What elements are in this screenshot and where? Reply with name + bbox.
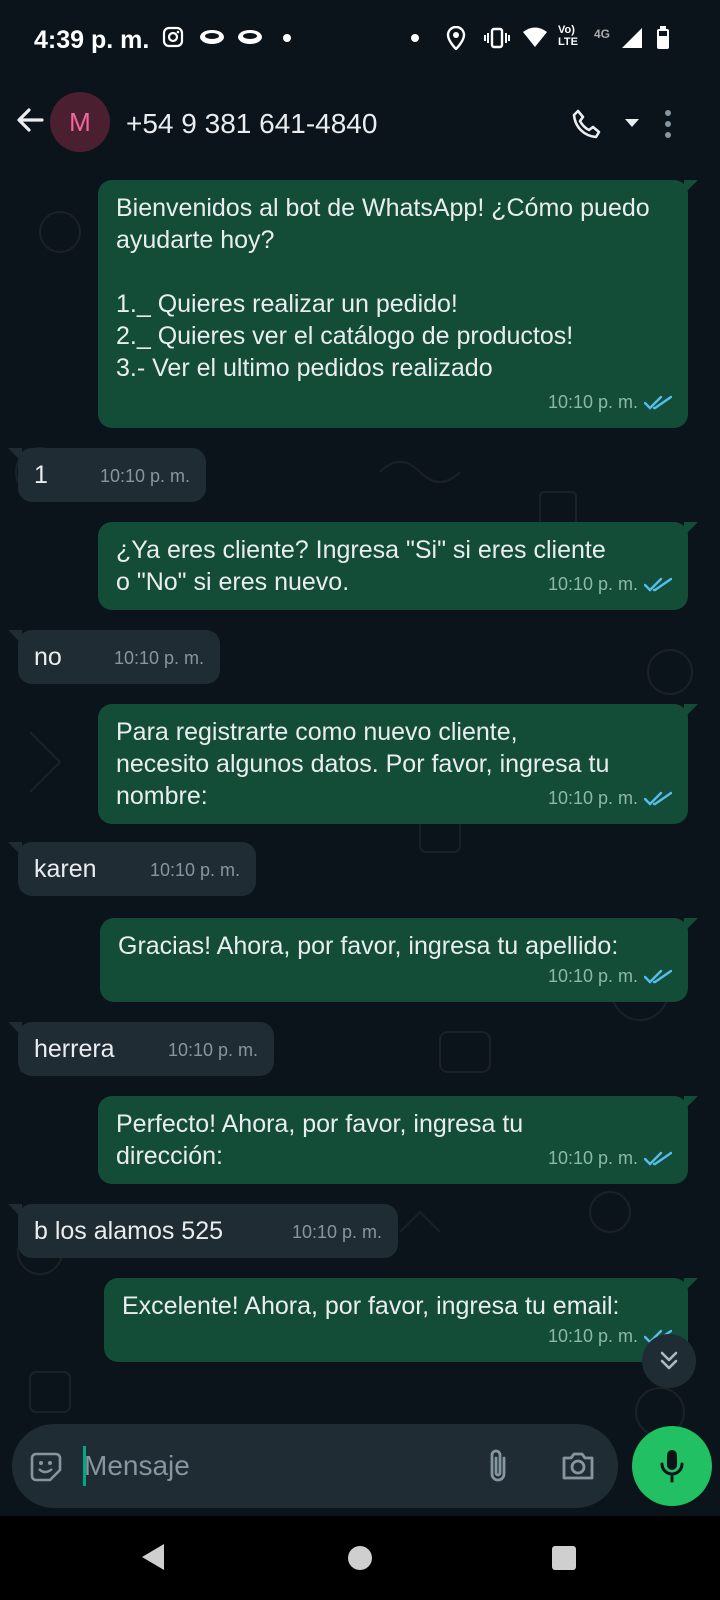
location-icon bbox=[446, 25, 466, 55]
message-time: 10:10 p. m. bbox=[291, 1222, 382, 1242]
bubble-tail bbox=[8, 842, 22, 856]
read-receipt-icon bbox=[644, 1152, 672, 1166]
vibrate-icon bbox=[484, 26, 510, 55]
paperclip-icon[interactable] bbox=[486, 1446, 510, 1491]
message-meta: 10:10 p. m. bbox=[548, 1142, 672, 1174]
message-meta: 10:10 p. m. bbox=[114, 642, 204, 674]
dot-icon bbox=[282, 26, 292, 53]
back-arrow-icon[interactable] bbox=[14, 104, 46, 141]
contact-name[interactable]: +54 9 381 641-4840 bbox=[126, 108, 377, 140]
incoming-message[interactable]: karen 10:10 p. m. bbox=[8, 842, 256, 896]
status-bar: 4:39 p. m. Vo) LTE 4G bbox=[0, 0, 720, 80]
avatar[interactable]: M bbox=[50, 92, 110, 152]
bubble-tail bbox=[8, 448, 22, 462]
message-time: 10:10 p. m. bbox=[99, 466, 190, 486]
bubble-tail bbox=[684, 918, 698, 932]
bubble-tail bbox=[684, 522, 698, 536]
notification-icon bbox=[198, 26, 226, 53]
outgoing-message[interactable]: Excelente! Ahora, por favor, ingresa tu … bbox=[104, 1278, 698, 1362]
message-meta: 10:10 p. m. bbox=[548, 960, 672, 992]
mic-button[interactable] bbox=[632, 1426, 712, 1506]
outgoing-message[interactable]: Para registrarte como nuevo cliente, nec… bbox=[98, 704, 698, 824]
outgoing-message[interactable]: Gracias! Ahora, por favor, ingresa tu ap… bbox=[100, 918, 698, 1002]
incoming-message[interactable]: b los alamos 525 10:10 p. m. bbox=[8, 1204, 398, 1258]
read-receipt-icon bbox=[644, 578, 672, 592]
incoming-message[interactable]: 1 10:10 p. m. bbox=[8, 448, 206, 502]
message-time: 10:10 p. m. bbox=[547, 788, 638, 808]
dot-icon bbox=[410, 26, 420, 53]
message-meta: 10:10 p. m. bbox=[548, 782, 672, 814]
incoming-message[interactable]: herrera 10:10 p. m. bbox=[8, 1022, 274, 1076]
message-meta: 10:10 p. m. bbox=[168, 1034, 258, 1066]
message-meta: 10:10 p. m. bbox=[100, 460, 190, 492]
instagram-icon bbox=[162, 26, 184, 53]
message-time: 10:10 p. m. bbox=[547, 1148, 638, 1168]
bubble-tail bbox=[8, 1022, 22, 1036]
chevrons-down-icon bbox=[660, 1351, 678, 1370]
message-time: 10:10 p. m. bbox=[547, 392, 638, 412]
message-time: 10:10 p. m. bbox=[167, 1040, 258, 1060]
scroll-to-bottom-button[interactable] bbox=[642, 1334, 696, 1388]
bubble-tail bbox=[684, 180, 698, 194]
message-input[interactable] bbox=[82, 1443, 466, 1489]
read-receipt-icon bbox=[644, 792, 672, 806]
message-text: Excelente! Ahora, por favor, ingresa tu … bbox=[122, 1292, 620, 1320]
bubble-tail bbox=[8, 1204, 22, 1218]
message-time: 10:10 p. m. bbox=[547, 1326, 638, 1346]
volte-label: Vo) LTE bbox=[558, 24, 578, 48]
battery-icon bbox=[656, 26, 670, 55]
camera-icon[interactable] bbox=[560, 1450, 596, 1487]
message-text: Bienvenidos al bot de WhatsApp! ¿Cómo pu… bbox=[116, 194, 650, 382]
avatar-letter: M bbox=[69, 106, 91, 137]
chevron-down-icon[interactable] bbox=[624, 116, 640, 134]
read-receipt-icon bbox=[644, 396, 672, 410]
nav-recents-icon[interactable] bbox=[552, 1546, 576, 1570]
message-time: 10:10 p. m. bbox=[149, 860, 240, 880]
emoji-icon[interactable] bbox=[28, 1448, 62, 1487]
nav-home-icon[interactable] bbox=[348, 1546, 372, 1570]
text-cursor bbox=[83, 1446, 86, 1486]
incoming-message[interactable]: no 10:10 p. m. bbox=[8, 630, 220, 684]
mic-icon bbox=[660, 1450, 684, 1483]
message-meta: 10:10 p. m. bbox=[150, 854, 240, 886]
message-time: 10:10 p. m. bbox=[547, 966, 638, 986]
message-text: Gracias! Ahora, por favor, ingresa tu ap… bbox=[118, 932, 619, 960]
bubble-tail bbox=[684, 704, 698, 718]
nav-back-icon[interactable] bbox=[140, 1542, 166, 1577]
bubble-tail bbox=[8, 630, 22, 644]
wifi-icon bbox=[522, 26, 548, 53]
phone-icon[interactable] bbox=[570, 108, 604, 147]
outgoing-message[interactable]: Bienvenidos al bot de WhatsApp! ¿Cómo pu… bbox=[98, 180, 698, 428]
bubble-tail bbox=[684, 1278, 698, 1292]
notification-icon bbox=[236, 26, 264, 53]
outgoing-message[interactable]: Perfecto! Ahora, por favor, ingresa tu d… bbox=[98, 1096, 698, 1184]
message-meta: 10:10 p. m. bbox=[548, 568, 672, 600]
message-time: 10:10 p. m. bbox=[113, 648, 204, 668]
more-vertical-icon[interactable] bbox=[662, 108, 674, 145]
message-meta: 10:10 p. m. bbox=[548, 386, 672, 418]
outgoing-message[interactable]: ¿Ya eres cliente? Ingresa "Si" si eres c… bbox=[98, 522, 698, 610]
status-time: 4:39 p. m. bbox=[34, 26, 150, 54]
read-receipt-icon bbox=[644, 970, 672, 984]
message-meta: 10:10 p. m. bbox=[292, 1216, 382, 1248]
signal-icon bbox=[620, 26, 644, 55]
network-type: 4G bbox=[594, 27, 611, 41]
message-time: 10:10 p. m. bbox=[547, 574, 638, 594]
bubble-tail bbox=[684, 1096, 698, 1110]
